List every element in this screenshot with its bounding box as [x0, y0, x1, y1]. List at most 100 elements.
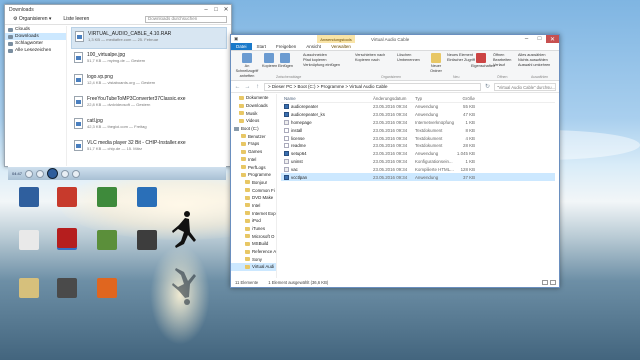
column-name[interactable]: Name [281, 96, 373, 101]
desktop-icon[interactable] [90, 187, 124, 209]
clear-list-button[interactable]: Liste leeren [59, 14, 93, 24]
copy-to-button[interactable]: Kopieren nach [355, 58, 385, 63]
file-row[interactable]: readme 23.05.2016 09:34 Textdokument 28 KB [281, 142, 555, 150]
minimize-button[interactable]: – [520, 35, 533, 43]
clipboard-small-buttons: Ausschneiden Pfad kopieren Verknüpfung e… [303, 53, 340, 68]
paste-shortcut-button[interactable]: Verknüpfung einfügen [303, 63, 340, 68]
tree-item[interactable]: Videos [231, 117, 276, 125]
file-row[interactable]: homepage 23.05.2016 09:34 Internetverknüpf… [281, 119, 555, 127]
column-date[interactable]: Änderungsdatum [373, 96, 415, 101]
close-button[interactable]: ✕ [546, 35, 559, 43]
tab-freigeben[interactable]: Freigeben [271, 43, 301, 50]
tree-item[interactable]: PerfLogs [231, 163, 276, 171]
tab-datei[interactable]: Datei [231, 43, 252, 50]
sidebar-item-tags[interactable]: Schlagwörter [5, 40, 66, 47]
desktop-icon[interactable] [50, 228, 84, 250]
forward-arrow-icon[interactable]: → [244, 84, 251, 90]
organize-move-copy: Verschieben nach Kopieren nach [355, 53, 385, 63]
tree-item[interactable]: Programme [231, 171, 276, 179]
desktop-icon[interactable] [130, 187, 164, 209]
stop-button[interactable] [25, 169, 34, 178]
previous-button[interactable] [36, 169, 45, 178]
icons-view-button[interactable] [550, 280, 556, 285]
tree-item[interactable]: iPod [231, 217, 276, 225]
tree-item[interactable]: Bonjour [231, 179, 276, 187]
tree-item[interactable]: Common Fi [231, 186, 276, 194]
desktop-icon[interactable] [50, 278, 84, 300]
tab-ansicht[interactable]: Ansicht [301, 43, 326, 50]
desktop-icon[interactable] [90, 230, 124, 252]
close-button[interactable]: ✕ [221, 6, 231, 14]
maximize-button[interactable]: □ [211, 6, 221, 14]
next-button[interactable] [61, 169, 70, 178]
desktop-icon[interactable] [12, 278, 46, 300]
minimize-button[interactable]: – [201, 6, 211, 14]
tree-item[interactable]: Microsoft O [231, 232, 276, 240]
tree-item[interactable]: Dokumente [231, 94, 276, 102]
file-row[interactable]: audiorepeater_ks 23.05.2016 09:34 Anwendun… [281, 111, 555, 119]
file-row[interactable]: setup64 23.05.2016 09:34 Anwendung 1.045 KB [281, 150, 555, 158]
volume-button[interactable] [72, 169, 81, 178]
tree-item[interactable]: DVD Make [231, 194, 276, 202]
sidebar-item-downloads[interactable]: Downloads [5, 33, 66, 40]
tab-start[interactable]: Start [252, 43, 272, 50]
file-row[interactable]: license 23.05.2016 09:34 Textdokument 4 KB [281, 134, 555, 142]
file-row[interactable]: uninst 23.05.2016 09:34 Konfigurationsein.… [281, 158, 555, 166]
invert-selection-button[interactable]: Auswahl umkehren [518, 63, 550, 68]
download-item[interactable]: 100_virtualpe.jpg 51,7 KB — myimg.de — Ge… [71, 49, 227, 71]
download-item[interactable]: VIRTUAL_AUDIO_CABLE_4.10.RAR 1,3 KB — med… [71, 27, 227, 49]
desktop-icon[interactable] [50, 187, 84, 209]
desktop-icon[interactable] [12, 230, 46, 252]
pin-button[interactable]: An Schnellzugriff anheften [234, 53, 260, 79]
paste-button[interactable]: Einfügen [278, 53, 293, 69]
maximize-button[interactable]: □ [533, 35, 546, 43]
sidebar-item-clouds[interactable]: Clouds [5, 26, 66, 33]
download-item[interactable]: FreeYouTubeToMP3Converter37Classic.exe 22… [71, 93, 227, 115]
tree-item[interactable]: Fraps [231, 140, 276, 148]
up-arrow-icon[interactable]: ↑ [254, 84, 261, 90]
new-folder-button[interactable]: Neuer Ordner [428, 53, 444, 74]
back-arrow-icon[interactable]: ← [234, 84, 241, 90]
details-view-button[interactable] [542, 280, 548, 285]
file-row[interactable]: audiorepeater 23.05.2016 09:34 Anwendung 55… [281, 103, 555, 111]
rename-button[interactable]: Umbenennen [397, 58, 420, 63]
play-pause-button[interactable] [47, 168, 59, 179]
breadcrumb[interactable]: > Dieser PC > Boot (C:) > Programme > Vi… [264, 82, 481, 91]
group-label-open: Öffnen [497, 75, 508, 79]
tree-item-label: Virtual Audi [252, 264, 275, 270]
tree-item[interactable]: Virtual Audi [231, 263, 276, 271]
tree-item[interactable]: Intel [231, 156, 276, 164]
tree-item[interactable]: Benutzer [231, 132, 276, 140]
sidebar-item-bookmarks[interactable]: Alle Lesezeichen [5, 47, 66, 54]
tree-item[interactable]: Internet Exp [231, 209, 276, 217]
copy-button[interactable]: Kopieren [262, 53, 277, 69]
tab-verwalten[interactable]: Verwalten [326, 43, 356, 50]
download-item[interactable]: logo.vp.png 12,4 KB — vistaboards.org — G… [71, 71, 227, 93]
history-button[interactable]: Verlauf [493, 63, 511, 68]
tree-item[interactable]: Downloads [231, 102, 276, 110]
file-row[interactable]: vac 23.05.2016 09:34 Kompilierte HTML... 12… [281, 165, 555, 173]
search-input[interactable]: "Virtual Audio Cable" durchsu... [494, 82, 556, 91]
tree-item[interactable]: Musik [231, 109, 276, 117]
downloads-search-input[interactable]: Downloads durchsuchen [145, 15, 227, 23]
tree-item[interactable]: Intel [231, 202, 276, 210]
properties-button[interactable]: Eigenschaften [471, 53, 495, 69]
organize-button[interactable]: ⚙ Organisieren ▾ [9, 14, 55, 24]
refresh-icon[interactable]: ↻ [484, 83, 491, 90]
column-size[interactable]: Größe [455, 96, 475, 101]
desktop-icon[interactable] [90, 278, 124, 300]
tree-item[interactable]: Sony [231, 255, 276, 263]
desktop-icon[interactable] [12, 187, 46, 209]
column-type[interactable]: Typ [415, 96, 455, 101]
tree-item-label: MSBuild [252, 241, 269, 247]
download-item[interactable]: catl.jpg 42,3 KB — thegioi.com — Freitag [71, 115, 227, 137]
tree-item[interactable]: Boot (C:) [231, 125, 276, 133]
download-item[interactable]: VLC media player 32 Bit - CHIP-Installer… [71, 137, 227, 159]
file-row[interactable]: install 23.05.2016 09:34 Textdokument 8 KB [281, 126, 555, 134]
desktop-icon[interactable] [130, 230, 164, 252]
tree-item[interactable]: Reference A [231, 248, 276, 256]
tree-item[interactable]: Games [231, 148, 276, 156]
tree-item[interactable]: MSBuild [231, 240, 276, 248]
tree-item[interactable]: iTunes [231, 225, 276, 233]
file-row[interactable]: vcctlpan 23.05.2016 09:34 Anwendung 37 KB [281, 173, 555, 181]
